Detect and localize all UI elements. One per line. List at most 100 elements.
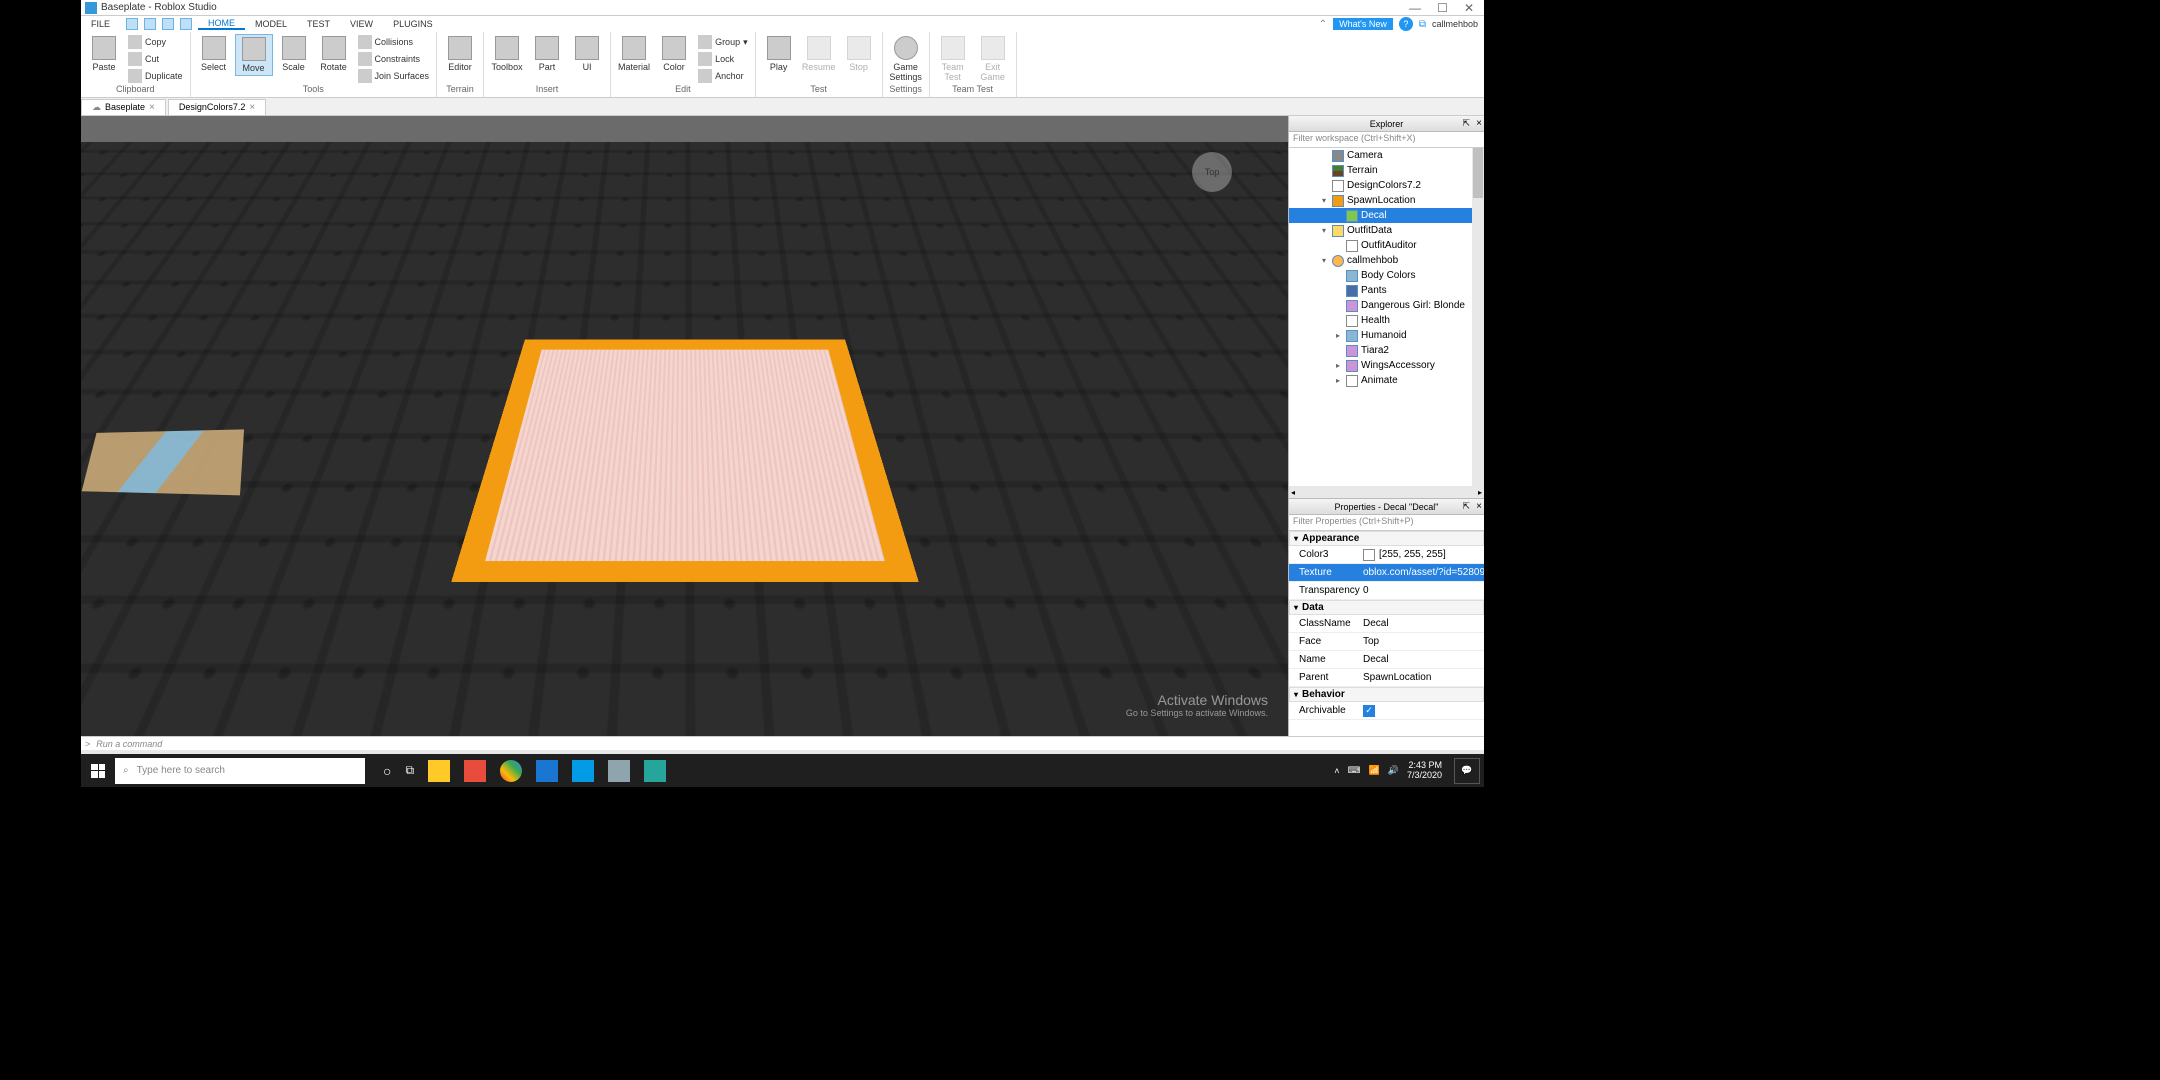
terrain-editor-button[interactable]: Editor bbox=[441, 34, 479, 74]
tab-model[interactable]: MODEL bbox=[245, 19, 297, 29]
tree-row[interactable]: Health bbox=[1289, 313, 1484, 328]
cortana-icon[interactable]: ○ bbox=[383, 763, 391, 779]
input-icon[interactable]: ⌨ bbox=[1348, 765, 1361, 776]
pin-icon[interactable]: ⇱ bbox=[1462, 501, 1470, 512]
whats-new-button[interactable]: What's New bbox=[1333, 18, 1393, 30]
app-icon-2[interactable] bbox=[536, 760, 558, 782]
tree-row[interactable]: ▸Humanoid bbox=[1289, 328, 1484, 343]
scale-button[interactable]: Scale bbox=[275, 34, 313, 74]
expand-arrow-icon[interactable]: ▸ bbox=[1333, 376, 1343, 385]
file-menu[interactable]: FILE bbox=[81, 19, 120, 29]
share-icon[interactable]: ⧉ bbox=[1419, 19, 1426, 30]
expand-arrow-icon[interactable]: ▾ bbox=[1319, 196, 1329, 205]
taskbar-search[interactable]: ⌕ Type here to search bbox=[115, 758, 365, 784]
lock-button[interactable]: Lock bbox=[695, 51, 751, 67]
stop-button[interactable]: Stop bbox=[840, 34, 878, 74]
properties-filter[interactable]: Filter Properties (Ctrl+Shift+P) bbox=[1289, 515, 1484, 531]
qat-play-icon[interactable] bbox=[180, 18, 192, 30]
tree-row[interactable]: Terrain bbox=[1289, 163, 1484, 178]
expand-arrow-icon[interactable]: ▾ bbox=[1319, 226, 1329, 235]
expand-arrow-icon[interactable]: ▾ bbox=[1319, 256, 1329, 265]
taskbar-clock[interactable]: 2:43 PM 7/3/2020 bbox=[1407, 761, 1442, 781]
tab-test[interactable]: TEST bbox=[297, 19, 340, 29]
game-settings-button[interactable]: Game Settings bbox=[887, 34, 925, 84]
section-behavior[interactable]: ▾Behavior bbox=[1289, 687, 1484, 702]
minimize-button[interactable]: — bbox=[1409, 1, 1421, 15]
close-button[interactable]: ✕ bbox=[1464, 1, 1474, 15]
pin-icon[interactable]: ⇱ bbox=[1462, 118, 1470, 129]
command-bar[interactable]: > Run a command bbox=[81, 736, 1484, 750]
app-icon-5[interactable] bbox=[644, 760, 666, 782]
team-test-button[interactable]: Team Test bbox=[934, 34, 972, 84]
volume-icon[interactable]: 🔊 bbox=[1388, 765, 1399, 776]
cut-button[interactable]: Cut bbox=[125, 51, 186, 67]
tree-row[interactable]: DesignColors7.2 bbox=[1289, 178, 1484, 193]
tree-row[interactable]: ▾OutfitData bbox=[1289, 223, 1484, 238]
paste-button[interactable]: Paste bbox=[85, 34, 123, 74]
doc-tab-baseplate[interactable]: ☁ Baseplate × bbox=[81, 99, 166, 115]
part-button[interactable]: Part bbox=[528, 34, 566, 74]
app-icon-3[interactable] bbox=[572, 760, 594, 782]
explorer-tree[interactable]: CameraTerrainDesignColors7.2▾SpawnLocati… bbox=[1289, 148, 1484, 486]
view-cube[interactable]: Top bbox=[1192, 152, 1232, 192]
tree-row[interactable]: ▸Animate bbox=[1289, 373, 1484, 388]
tree-row[interactable]: Decal bbox=[1289, 208, 1484, 223]
move-button[interactable]: Move bbox=[235, 34, 273, 76]
close-icon[interactable]: × bbox=[1476, 501, 1482, 512]
qat-undo-icon[interactable] bbox=[144, 18, 156, 30]
group-button[interactable]: Group ▾ bbox=[695, 34, 751, 50]
maximize-button[interactable]: ☐ bbox=[1437, 1, 1448, 15]
chrome-icon[interactable] bbox=[500, 760, 522, 782]
texture-input[interactable] bbox=[1363, 567, 1484, 578]
file-explorer-icon[interactable] bbox=[428, 760, 450, 782]
scrollbar[interactable] bbox=[1472, 148, 1484, 486]
notification-icon[interactable]: 💬 bbox=[1454, 758, 1480, 784]
tab-view[interactable]: VIEW bbox=[340, 19, 383, 29]
doc-tab-designcolors[interactable]: DesignColors7.2 × bbox=[168, 99, 266, 115]
anchor-button[interactable]: Anchor bbox=[695, 68, 751, 84]
close-icon[interactable]: × bbox=[1476, 118, 1482, 129]
tree-row[interactable]: Camera bbox=[1289, 148, 1484, 163]
tree-row[interactable]: OutfitAuditor bbox=[1289, 238, 1484, 253]
exit-game-button[interactable]: Exit Game bbox=[974, 34, 1012, 84]
app-icon-1[interactable] bbox=[464, 760, 486, 782]
prop-texture[interactable]: Texture bbox=[1289, 564, 1484, 582]
tree-row[interactable]: ▾callmehbob bbox=[1289, 253, 1484, 268]
copy-button[interactable]: Copy bbox=[125, 34, 186, 50]
tab-plugins[interactable]: PLUGINS bbox=[383, 19, 443, 29]
section-data[interactable]: ▾Data bbox=[1289, 600, 1484, 615]
explorer-filter[interactable]: Filter workspace (Ctrl+Shift+X) bbox=[1289, 132, 1484, 148]
prop-parent[interactable]: Parent SpawnLocation bbox=[1289, 669, 1484, 687]
prop-color3[interactable]: Color3 [255, 255, 255] bbox=[1289, 546, 1484, 564]
prop-transparency[interactable]: Transparency 0 bbox=[1289, 582, 1484, 600]
tree-row[interactable]: Tiara2 bbox=[1289, 343, 1484, 358]
app-icon-4[interactable] bbox=[608, 760, 630, 782]
expand-arrow-icon[interactable]: ▸ bbox=[1333, 361, 1343, 370]
collisions-toggle[interactable]: Collisions bbox=[355, 34, 433, 50]
play-button[interactable]: Play bbox=[760, 34, 798, 74]
section-appearance[interactable]: ▾Appearance bbox=[1289, 531, 1484, 546]
tree-row[interactable]: ▸WingsAccessory bbox=[1289, 358, 1484, 373]
qat-save-icon[interactable] bbox=[126, 18, 138, 30]
duplicate-button[interactable]: Duplicate bbox=[125, 68, 186, 84]
user-name[interactable]: callmehbob bbox=[1432, 19, 1478, 29]
viewport-3d[interactable]: Top Activate Windows Go to Settings to a… bbox=[81, 116, 1288, 736]
close-icon[interactable]: × bbox=[149, 102, 155, 113]
material-button[interactable]: Material bbox=[615, 34, 653, 74]
rotate-button[interactable]: Rotate bbox=[315, 34, 353, 74]
task-view-icon[interactable]: ⧉ bbox=[405, 763, 414, 778]
start-button[interactable] bbox=[81, 754, 115, 787]
color-button[interactable]: Color bbox=[655, 34, 693, 74]
constraints-toggle[interactable]: Constraints bbox=[355, 51, 433, 67]
prop-name[interactable]: Name Decal bbox=[1289, 651, 1484, 669]
select-button[interactable]: Select bbox=[195, 34, 233, 74]
expand-arrow-icon[interactable]: ▸ bbox=[1333, 331, 1343, 340]
collapse-ribbon-icon[interactable]: ⌃ bbox=[1319, 19, 1327, 30]
join-surfaces-button[interactable]: Join Surfaces bbox=[355, 68, 433, 84]
tree-row[interactable]: Body Colors bbox=[1289, 268, 1484, 283]
prop-classname[interactable]: ClassName Decal bbox=[1289, 615, 1484, 633]
wifi-icon[interactable]: 📶 bbox=[1369, 765, 1380, 776]
tab-home[interactable]: HOME bbox=[198, 18, 245, 30]
prop-archivable[interactable]: Archivable ✓ bbox=[1289, 702, 1484, 720]
toolbox-button[interactable]: Toolbox bbox=[488, 34, 526, 74]
